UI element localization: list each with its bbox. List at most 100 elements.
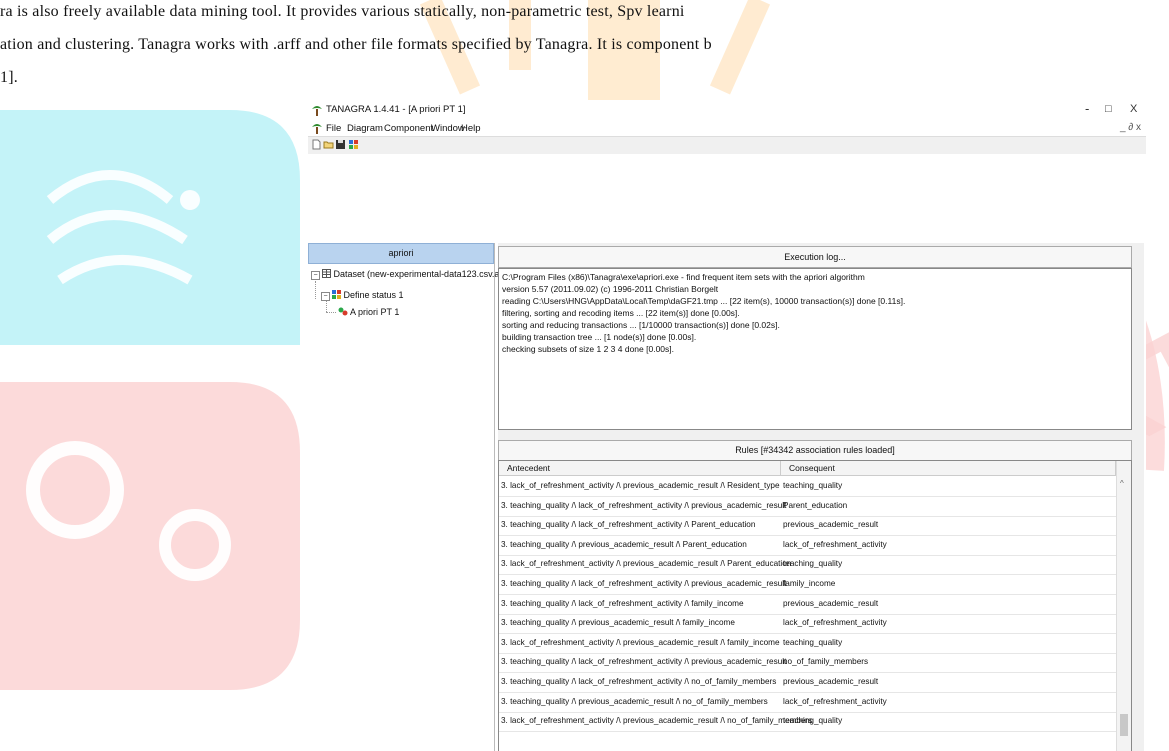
rule-antecedent: 3. teaching_quality /\ lack_of_refreshme… [501, 500, 787, 510]
rule-antecedent: 3. teaching_quality /\ previous_academic… [501, 539, 747, 549]
tree-node-dataset[interactable]: Dataset (new-experimental-data123.csv.ar… [322, 269, 510, 279]
paragraph-line-3: 1]. [0, 69, 18, 86]
rule-row[interactable]: 3. teaching_quality /\ lack_of_refreshme… [499, 497, 1116, 517]
tree-node-label: Define status 1 [343, 290, 404, 300]
log-line: reading C:\Users\HNG\AppData\Local\Temp\… [502, 296, 906, 306]
tree-node-label: Dataset (new-experimental-data123.csv.ar… [333, 269, 511, 279]
rule-row[interactable]: 3. teaching_quality /\ lack_of_refreshme… [499, 516, 1116, 537]
execution-log: C:\Program Files (x86)\Tanagra\exe\aprio… [498, 268, 1132, 430]
rule-row[interactable]: 3. teaching_quality /\ previous_academic… [499, 614, 1116, 635]
rule-row[interactable]: 3. lack_of_refreshment_activity /\ previ… [499, 555, 1116, 576]
watermark-cyan-dot [180, 190, 200, 210]
rule-antecedent: 3. teaching_quality /\ previous_academic… [501, 618, 735, 628]
rule-consequent: previous_academic_result [783, 677, 879, 686]
diagram-tree-panel [308, 243, 495, 751]
rule-row[interactable]: 3. lack_of_refreshment_activity /\ previ… [499, 712, 1116, 733]
tree-node-define-status[interactable]: Define status 1 [332, 290, 404, 300]
menu-window[interactable]: Window [431, 123, 465, 134]
watermark-cyan-wire [46, 170, 193, 285]
rule-antecedent: 3. lack_of_refreshment_activity /\ previ… [501, 716, 813, 726]
log-line: version 5.57 (2011.09.02) (c) 1996-2011 … [502, 284, 719, 294]
maximize-button[interactable]: □ [1105, 103, 1112, 115]
tree-node-apriori[interactable]: A priori PT 1 [338, 307, 399, 317]
rule-consequent: Parent_education [783, 500, 848, 510]
rule-antecedent: 3. teaching_quality /\ lack_of_refreshme… [501, 657, 787, 667]
execution-log-header: Execution log... [498, 246, 1132, 268]
toolbar [308, 137, 1146, 153]
tanagra-app-icon [312, 106, 322, 116]
tanagra-window: TANAGRA 1.4.41 - [A priori PT 1] - □ X F… [308, 100, 1146, 751]
rule-row[interactable]: 3. teaching_quality /\ previous_academic… [499, 536, 1116, 556]
tree-panel-header: apriori [308, 243, 494, 264]
rule-antecedent: 3. lack_of_refreshment_activity /\ previ… [501, 637, 780, 647]
rule-consequent: lack_of_refreshment_activity [783, 696, 887, 706]
rule-antecedent: 3. lack_of_refreshment_activity /\ previ… [501, 481, 780, 490]
define-status-icon [332, 290, 341, 299]
new-file-icon[interactable] [311, 139, 322, 150]
scrollbar-thumb[interactable] [1120, 714, 1128, 736]
rule-row[interactable]: 3. lack_of_refreshment_activity /\ previ… [499, 634, 1116, 654]
save-icon[interactable] [335, 139, 346, 150]
tree-connector [315, 281, 316, 299]
rule-row[interactable]: 3. teaching_quality /\ previous_academic… [499, 693, 1116, 713]
watermark-red-shape [0, 382, 300, 690]
column-header-antecedent[interactable]: Antecedent [499, 461, 781, 476]
rule-consequent: teaching_quality [783, 481, 843, 490]
mdi-window-controls[interactable]: _ ∂ x [1120, 122, 1141, 133]
rule-antecedent: 3. lack_of_refreshment_activity /\ previ… [501, 559, 792, 569]
rule-row[interactable]: 3. teaching_quality /\ lack_of_refreshme… [499, 595, 1116, 615]
paragraph-line-1: ra is also freely available data mining … [0, 3, 685, 20]
menu-component[interactable]: Component [384, 123, 433, 134]
tree-connector [326, 312, 336, 313]
menu-help[interactable]: Help [461, 123, 481, 134]
menu-file[interactable]: File [326, 123, 341, 134]
log-line: C:\Program Files (x86)\Tanagra\exe\aprio… [502, 272, 865, 282]
window-title: TANAGRA 1.4.41 - [A priori PT 1] [326, 104, 466, 115]
open-folder-icon[interactable] [323, 139, 334, 150]
rule-consequent: previous_academic_result [783, 520, 879, 530]
rule-antecedent: 3. teaching_quality /\ lack_of_refreshme… [501, 520, 756, 530]
component-icon[interactable] [348, 139, 359, 150]
rule-antecedent: 3. teaching_quality /\ lack_of_refreshme… [501, 677, 777, 686]
rule-row[interactable]: 3. teaching_quality /\ lack_of_refreshme… [499, 575, 1116, 595]
rule-antecedent: 3. teaching_quality /\ lack_of_refreshme… [501, 579, 787, 588]
rule-consequent: lack_of_refreshment_activity [783, 618, 887, 628]
tree-collapse-toggle[interactable]: − [311, 271, 320, 280]
close-button[interactable]: X [1130, 103, 1137, 115]
log-line: checking subsets of size 1 2 3 4 done [0… [502, 344, 674, 354]
rules-table: Antecedent Consequent 3. lack_of_refresh… [498, 460, 1132, 751]
log-line: sorting and reducing transactions ... [1… [502, 320, 780, 330]
scroll-up-arrow-icon[interactable]: ^ [1120, 479, 1124, 488]
rule-consequent: previous_academic_result [783, 598, 879, 608]
rule-row[interactable]: 3. teaching_quality /\ lack_of_refreshme… [499, 653, 1116, 674]
paragraph-line-2: ation and clustering. Tanagra works with… [0, 36, 712, 53]
column-header-consequent[interactable]: Consequent [781, 461, 1116, 476]
watermark-gear-small [159, 509, 231, 581]
rule-consequent: no_of_family_members [783, 657, 869, 667]
rule-consequent: lack_of_refreshment_activity [783, 539, 887, 549]
rule-consequent: family_income [783, 579, 836, 588]
rule-consequent: teaching_quality [783, 716, 843, 726]
tree-node-label: A priori PT 1 [350, 307, 400, 317]
rule-consequent: teaching_quality [783, 559, 843, 569]
rule-consequent: teaching_quality [783, 637, 843, 647]
apriori-component-icon [338, 307, 348, 316]
watermark-cyan-shape [0, 110, 300, 345]
tanagra-menu-icon [312, 124, 322, 134]
log-line: filtering, sorting and recoding items ..… [502, 308, 740, 318]
table-icon [322, 269, 331, 278]
rule-row[interactable]: 3. teaching_quality /\ lack_of_refreshme… [499, 673, 1116, 693]
menu-diagram[interactable]: Diagram [347, 123, 383, 134]
minimize-button[interactable]: - [1085, 101, 1089, 116]
rules-scrollbar[interactable]: ^ [1116, 461, 1131, 751]
title-bar: TANAGRA 1.4.41 - [A priori PT 1] - □ X [308, 100, 1146, 120]
menu-bar: File Diagram Component Window Help _ ∂ x [308, 120, 1146, 137]
rule-row[interactable]: 3. lack_of_refreshment_activity /\ previ… [499, 477, 1116, 497]
rule-antecedent: 3. teaching_quality /\ previous_academic… [501, 696, 768, 706]
log-line: building transaction tree ... [1 node(s)… [502, 332, 697, 342]
tree-collapse-toggle[interactable]: − [321, 292, 330, 301]
watermark-gear-large [26, 441, 124, 539]
tree-connector [326, 301, 327, 312]
rules-header: Rules [#34342 association rules loaded] [498, 440, 1132, 461]
rule-antecedent: 3. teaching_quality /\ lack_of_refreshme… [501, 598, 744, 608]
